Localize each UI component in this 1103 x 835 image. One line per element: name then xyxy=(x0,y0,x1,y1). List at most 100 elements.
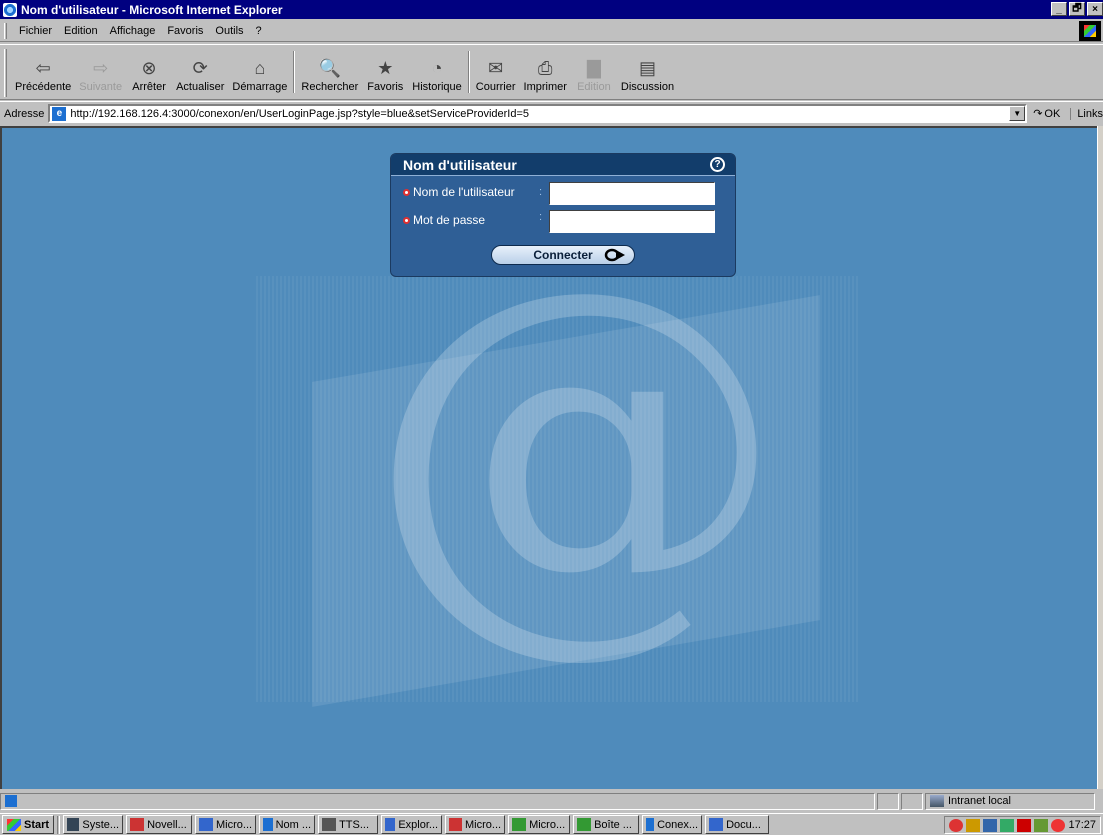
tray-icon-7[interactable] xyxy=(1051,818,1066,832)
toolbar-button-home[interactable]: ⌂ Démarrage xyxy=(228,45,291,99)
clock[interactable]: 17:27 xyxy=(1068,819,1096,831)
address-url[interactable]: http://192.168.126.4:3000/conexon/en/Use… xyxy=(70,108,529,120)
help-icon[interactable]: ? xyxy=(710,157,725,172)
minimize-button[interactable]: _ xyxy=(1051,2,1067,16)
toolbar-button-refresh[interactable]: ⟳ Actualiser xyxy=(172,45,228,99)
toolbar-button-label: Historique xyxy=(412,81,462,93)
toolbar-button-print[interactable]: ⎙ Imprimer xyxy=(520,45,571,99)
taskbar-task-button[interactable]: Micro... xyxy=(508,815,571,834)
connect-button[interactable]: Connecter xyxy=(491,245,635,265)
go-button[interactable]: ↷ OK xyxy=(1033,107,1061,121)
tray-icon-5[interactable] xyxy=(1017,818,1032,832)
taskbar-task-button[interactable]: Nom ... xyxy=(259,815,316,834)
toolbar-button-label: Actualiser xyxy=(176,81,225,93)
arrow-right-icon xyxy=(604,248,625,262)
menu-help[interactable]: ? xyxy=(250,25,268,37)
taskbar-task-button[interactable]: Explor... xyxy=(381,815,443,834)
task-label: Boîte ... xyxy=(594,818,632,831)
vertical-scrollbar[interactable] xyxy=(1097,126,1103,789)
toolbar-button-history[interactable]: ◔ Historique xyxy=(408,45,466,99)
mail-icon: ✉ xyxy=(488,58,504,78)
task-label: Micro... xyxy=(465,818,502,831)
address-dropdown-button[interactable]: ▼ xyxy=(1009,106,1026,121)
toolbar-button-stop[interactable]: ⊗ Arrêter xyxy=(126,45,172,99)
task-app-icon xyxy=(263,818,273,831)
ie-app-icon[interactable] xyxy=(3,2,17,17)
password-separator: : xyxy=(539,211,543,223)
menu-outils[interactable]: Outils xyxy=(209,25,249,37)
toolbar-button-search[interactable]: 🔍 Rechercher xyxy=(297,45,362,99)
status-zone: Intranet local xyxy=(948,795,1011,807)
menu-affichage[interactable]: Affichage xyxy=(104,25,162,37)
maximize-button[interactable]: 🗗 xyxy=(1069,2,1085,16)
tray-icon-4[interactable] xyxy=(1000,818,1015,832)
task-app-icon xyxy=(199,818,213,831)
page-status-icon xyxy=(5,795,17,807)
tray-icon-1[interactable] xyxy=(949,818,964,832)
status-text-cell xyxy=(0,792,875,810)
go-arrow-icon: ↷ xyxy=(1033,108,1043,120)
window-title-bar[interactable]: Nom d'utilisateur - Microsoft Internet E… xyxy=(0,0,1103,19)
standard-toolbar: ⇦ Précédente ⇨ Suivante ⊗ Arrêter ⟳ Actualiser ⌂… xyxy=(0,44,1103,100)
login-panel-header: Nom d'utilisateur ? xyxy=(391,154,735,176)
taskbar-task-button[interactable]: Micro... xyxy=(445,815,506,834)
toolbar-button-label: Démarrage xyxy=(232,81,288,93)
taskbar-task-button[interactable]: Micro... xyxy=(195,815,257,834)
toolbar-button-label: Discussion xyxy=(620,81,675,93)
menu-edition[interactable]: Edition xyxy=(58,25,104,37)
username-label: Nom de l'utilisateur xyxy=(413,185,515,199)
forward-arrow-icon: ⇨ xyxy=(93,58,109,78)
page-content: @ Nom d'utilisateur ? Nom de l'utilisate… xyxy=(0,126,1097,789)
password-input[interactable] xyxy=(549,210,715,233)
address-label: Adresse xyxy=(4,107,45,120)
username-input[interactable] xyxy=(549,182,715,205)
address-input[interactable]: e http://192.168.126.4:3000/conexon/en/U… xyxy=(48,104,1028,123)
toolbar-button-forward-arrow[interactable]: ⇨ Suivante xyxy=(75,45,126,99)
task-app-icon xyxy=(577,818,592,831)
taskbar-task-button[interactable]: Conex... xyxy=(642,815,703,834)
toolbar-button-label: Précédente xyxy=(15,81,72,93)
taskbar-task-button[interactable]: Syste... xyxy=(63,815,124,834)
edit-icon: ▇ xyxy=(587,58,601,78)
tray-icon-3[interactable] xyxy=(983,818,998,832)
toolbar-button-label: Imprimer xyxy=(523,81,567,93)
menu-favoris[interactable]: Favoris xyxy=(161,25,209,37)
toolbar-button-favorites[interactable]: ★ Favoris xyxy=(362,45,408,99)
start-label: Start xyxy=(24,818,50,831)
toolbar-grip[interactable] xyxy=(4,49,7,97)
links-button[interactable]: Links xyxy=(1070,107,1103,120)
taskbar-task-button[interactable]: Docu... xyxy=(705,815,770,834)
task-label: Syste... xyxy=(82,818,120,831)
tray-icon-6[interactable] xyxy=(1034,818,1049,832)
taskbar-task-button[interactable]: TTS... xyxy=(318,815,379,834)
go-label: OK xyxy=(1044,107,1061,120)
start-button[interactable]: Start xyxy=(2,815,55,834)
tray-icon-2[interactable] xyxy=(966,818,981,832)
taskbar-separator xyxy=(57,815,61,834)
windows-logo-icon xyxy=(1079,21,1101,41)
task-label: Micro... xyxy=(216,818,253,831)
toolbar-separator xyxy=(293,51,296,93)
print-icon: ⎙ xyxy=(538,58,553,78)
taskbar-task-button[interactable]: Novell... xyxy=(126,815,193,834)
close-button[interactable]: × xyxy=(1087,2,1103,16)
task-app-icon xyxy=(385,818,396,831)
username-row: Nom de l'utilisateur xyxy=(403,185,515,199)
address-bar: Adresse e http://192.168.126.4:3000/cone… xyxy=(0,101,1103,125)
menu-fichier[interactable]: Fichier xyxy=(13,25,58,37)
password-label: Mot de passe xyxy=(413,213,486,227)
toolbar-button-back-arrow[interactable]: ⇦ Précédente xyxy=(11,45,75,99)
page-icon: e xyxy=(52,106,67,121)
toolbar-button-discussion[interactable]: ▤ Discussion xyxy=(617,45,678,99)
taskbar-task-button[interactable]: Boîte ... xyxy=(573,815,640,834)
password-row: Mot de passe xyxy=(403,213,485,227)
status-zone-cell: Intranet local xyxy=(925,792,1095,810)
status-bar: Intranet local xyxy=(0,791,1103,811)
connect-button-label: Connecter xyxy=(533,248,593,262)
toolbar-button-mail[interactable]: ✉ Courrier xyxy=(472,45,520,99)
toolbar-button-edit[interactable]: ▇ Edition xyxy=(571,45,617,99)
task-app-icon xyxy=(449,818,462,831)
task-app-icon xyxy=(709,818,724,831)
menu-grip[interactable] xyxy=(4,22,7,39)
toolbar-button-label: Edition xyxy=(577,81,611,93)
